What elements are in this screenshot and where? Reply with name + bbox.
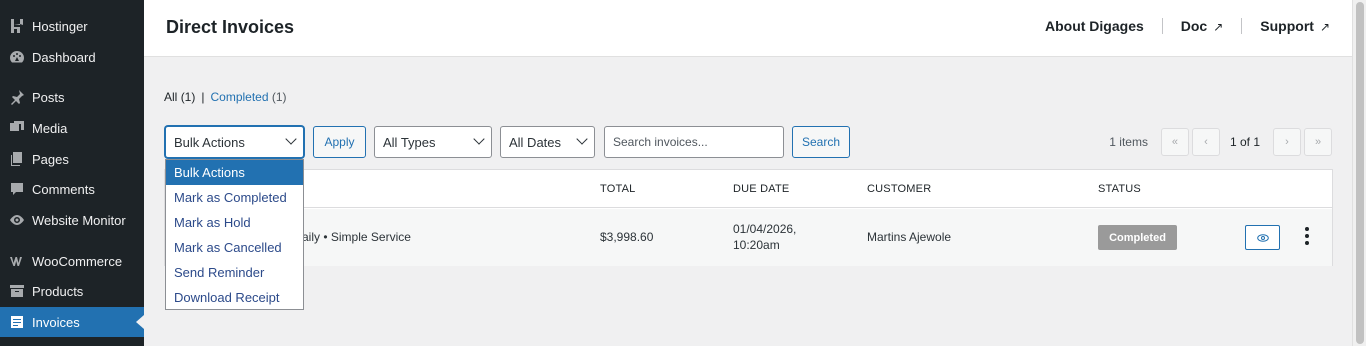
service-cell: aily • Simple Service — [302, 230, 411, 244]
hostinger-icon — [8, 17, 26, 35]
dropdown-option-mark-completed[interactable]: Mark as Completed — [166, 185, 303, 210]
page-header: Direct Invoices About Digages Doc ↗ Suppo… — [144, 0, 1352, 57]
chevron-down-icon — [473, 133, 485, 145]
sidebar-item-pages[interactable]: Pages — [0, 144, 144, 174]
due-date-line: 01/04/2026, — [733, 222, 797, 236]
sidebar-item-label: Hostinger — [32, 18, 88, 34]
column-header-total[interactable]: TOTAL — [600, 183, 635, 195]
due-time-line: 10:20am — [733, 238, 780, 252]
column-header-customer[interactable]: CUSTOMER — [867, 183, 931, 195]
search-input[interactable] — [604, 126, 784, 158]
sidebar-item-products[interactable]: Products — [0, 276, 144, 306]
table-row[interactable]: aily • Simple Service $3,998.60 01/04/20… — [165, 209, 1332, 266]
invoice-icon — [8, 313, 26, 331]
status-filter-links: All (1) | Completed (1) — [164, 90, 287, 104]
apply-button[interactable]: Apply — [313, 126, 366, 158]
types-select-value: All Types — [383, 134, 436, 150]
sidebar-item-label: Pages — [32, 151, 69, 167]
table-header: TOTAL DUE DATE CUSTOMER STATUS — [165, 170, 1332, 208]
filter-separator: | — [201, 90, 205, 104]
sidebar-item-dashboard[interactable]: Dashboard — [0, 42, 144, 72]
scrollbar-thumb[interactable] — [1356, 2, 1364, 344]
page-scrollbar[interactable] — [1352, 0, 1366, 346]
last-page-button[interactable]: » — [1304, 128, 1332, 156]
search-button[interactable]: Search — [792, 126, 850, 158]
sidebar-item-hostinger[interactable]: Hostinger — [0, 11, 144, 41]
sidebar-item-label: Media — [32, 120, 68, 136]
sidebar-item-label: Invoices — [32, 314, 80, 330]
due-date-cell: 01/04/2026, 10:20am — [733, 222, 796, 252]
dates-select-value: All Dates — [509, 134, 562, 150]
sidebar-item-label: Website Monitor — [32, 212, 126, 228]
dropdown-option-mark-hold[interactable]: Mark as Hold — [166, 210, 303, 235]
about-link[interactable]: About Digages — [1045, 18, 1144, 34]
sidebar-item-label: Products — [32, 283, 84, 299]
customer-cell: Martins Ajewole — [867, 230, 952, 244]
dashboard-icon — [8, 48, 26, 66]
filter-all-count: (1) — [180, 90, 196, 104]
media-icon — [8, 119, 26, 137]
dates-select[interactable]: All Dates — [500, 126, 595, 158]
pages-icon — [8, 150, 26, 168]
next-page-button[interactable]: › — [1273, 128, 1301, 156]
more-actions-icon[interactable] — [1303, 227, 1311, 245]
filter-all-label: All — [164, 90, 178, 104]
woocommerce-icon — [8, 252, 26, 270]
view-invoice-button[interactable] — [1245, 225, 1280, 250]
sidebar-item-label: Dashboard — [32, 49, 96, 65]
page-info: 1 of 1 — [1229, 135, 1260, 149]
sidebar-item-label: WooCommerce — [32, 253, 123, 269]
chevron-down-icon — [285, 133, 297, 145]
doc-link-label: Doc — [1180, 18, 1208, 34]
archive-icon — [8, 282, 26, 300]
sidebar-item-website-monitor[interactable]: Website Monitor — [0, 205, 144, 235]
bulk-actions-dropdown: Bulk Actions Mark as Completed Mark as H… — [165, 159, 304, 310]
dropdown-option-bulk-actions[interactable]: Bulk Actions — [166, 160, 303, 185]
page-title: Direct Invoices — [166, 17, 295, 37]
eye-icon — [8, 211, 26, 229]
eye-icon — [1256, 233, 1269, 242]
types-select[interactable]: All Types — [374, 126, 492, 158]
sidebar-item-posts[interactable]: Posts — [0, 82, 144, 112]
external-link-icon: ↗ — [1213, 20, 1224, 34]
bulk-actions-select[interactable]: Bulk Actions — [165, 126, 304, 158]
column-header-status[interactable]: STATUS — [1098, 183, 1141, 195]
doc-link[interactable]: Doc ↗ — [1181, 18, 1224, 34]
dropdown-option-send-reminder[interactable]: Send Reminder — [166, 260, 303, 285]
first-page-button[interactable]: « — [1160, 128, 1189, 156]
items-count: 1 items — [1109, 135, 1148, 149]
pagination: 1 items « ‹ 1 of 1 › » — [1109, 128, 1332, 156]
comments-icon — [8, 180, 26, 198]
support-link-label: Support — [1260, 18, 1314, 34]
sidebar-item-woocommerce[interactable]: WooCommerce — [0, 246, 144, 276]
prev-page-button[interactable]: ‹ — [1191, 128, 1220, 156]
filter-completed-count: (1) — [271, 90, 287, 104]
support-link[interactable]: Support ↗ — [1260, 18, 1330, 34]
dropdown-option-mark-cancelled[interactable]: Mark as Cancelled — [166, 235, 303, 260]
divider — [1241, 18, 1243, 34]
filter-completed[interactable]: Completed — [210, 90, 268, 104]
sidebar-item-media[interactable]: Media — [0, 113, 144, 143]
sidebar-item-label: Posts — [32, 89, 65, 105]
column-header-due-date[interactable]: DUE DATE — [733, 183, 789, 195]
filter-completed-label: Completed — [210, 90, 269, 104]
filter-all[interactable]: All (1) — [164, 90, 195, 104]
sidebar-item-comments[interactable]: Comments — [0, 174, 144, 204]
header-links: About Digages Doc ↗ Support ↗ — [1045, 18, 1330, 34]
sidebar-item-invoices[interactable]: Invoices — [0, 307, 144, 337]
external-link-icon: ↗ — [1319, 20, 1330, 34]
status-badge: Completed — [1098, 225, 1177, 250]
bulk-actions-value: Bulk Actions — [174, 134, 245, 150]
pin-icon — [8, 88, 26, 106]
admin-sidebar: Hostinger Dashboard Posts Media Pages Co… — [0, 0, 144, 346]
dropdown-option-download-receipt[interactable]: Download Receipt — [166, 285, 303, 310]
sidebar-item-label: Comments — [32, 181, 95, 197]
invoices-table: TOTAL DUE DATE CUSTOMER STATUS aily • Si… — [164, 169, 1333, 266]
divider — [1161, 18, 1163, 34]
chevron-down-icon — [576, 133, 588, 145]
total-cell: $3,998.60 — [600, 230, 654, 244]
